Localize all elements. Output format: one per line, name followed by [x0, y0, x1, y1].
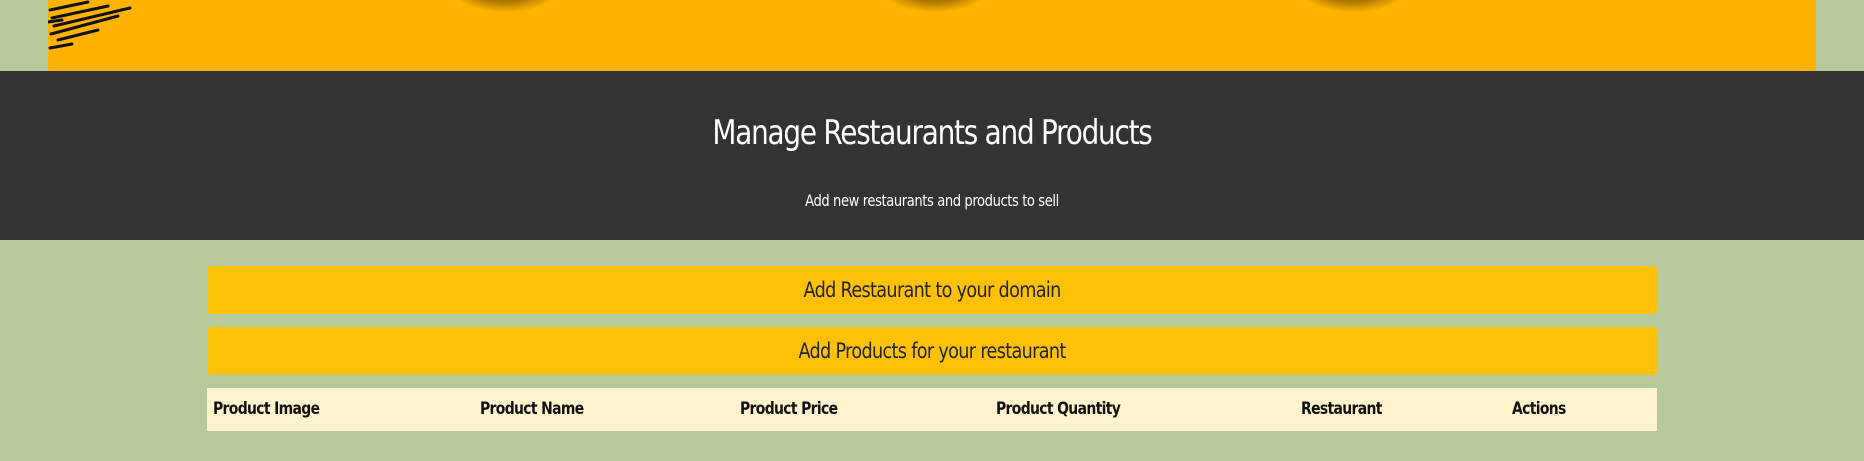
add-products-button[interactable]: Add Products for your restaurant [207, 327, 1657, 375]
products-table: Product Image Product Name Product Price… [207, 388, 1657, 431]
column-header-restaurant: Restaurant [1301, 399, 1382, 419]
page-subtitle: Add new restaurants and products to sell [805, 191, 1059, 210]
plate-decoration [450, 0, 560, 12]
hero-banner [48, 0, 1816, 71]
add-restaurant-label: Add Restaurant to your domain [803, 278, 1061, 302]
column-header-product-quantity: Product Quantity [996, 399, 1121, 419]
page-title: Manage Restaurants and Products [712, 113, 1152, 153]
scribble-decoration [48, 0, 132, 50]
column-header-product-price: Product Price [740, 399, 838, 419]
page-header: Manage Restaurants and Products Add new … [0, 71, 1864, 240]
add-products-label: Add Products for your restaurant [798, 339, 1066, 363]
plate-decoration [1298, 0, 1408, 12]
add-restaurant-button[interactable]: Add Restaurant to your domain [207, 266, 1657, 314]
column-header-actions: Actions [1512, 399, 1566, 419]
page: Manage Restaurants and Products Add new … [0, 0, 1864, 461]
plate-decoration [880, 0, 990, 12]
column-header-product-name: Product Name [480, 399, 584, 419]
column-header-product-image: Product Image [213, 399, 320, 419]
